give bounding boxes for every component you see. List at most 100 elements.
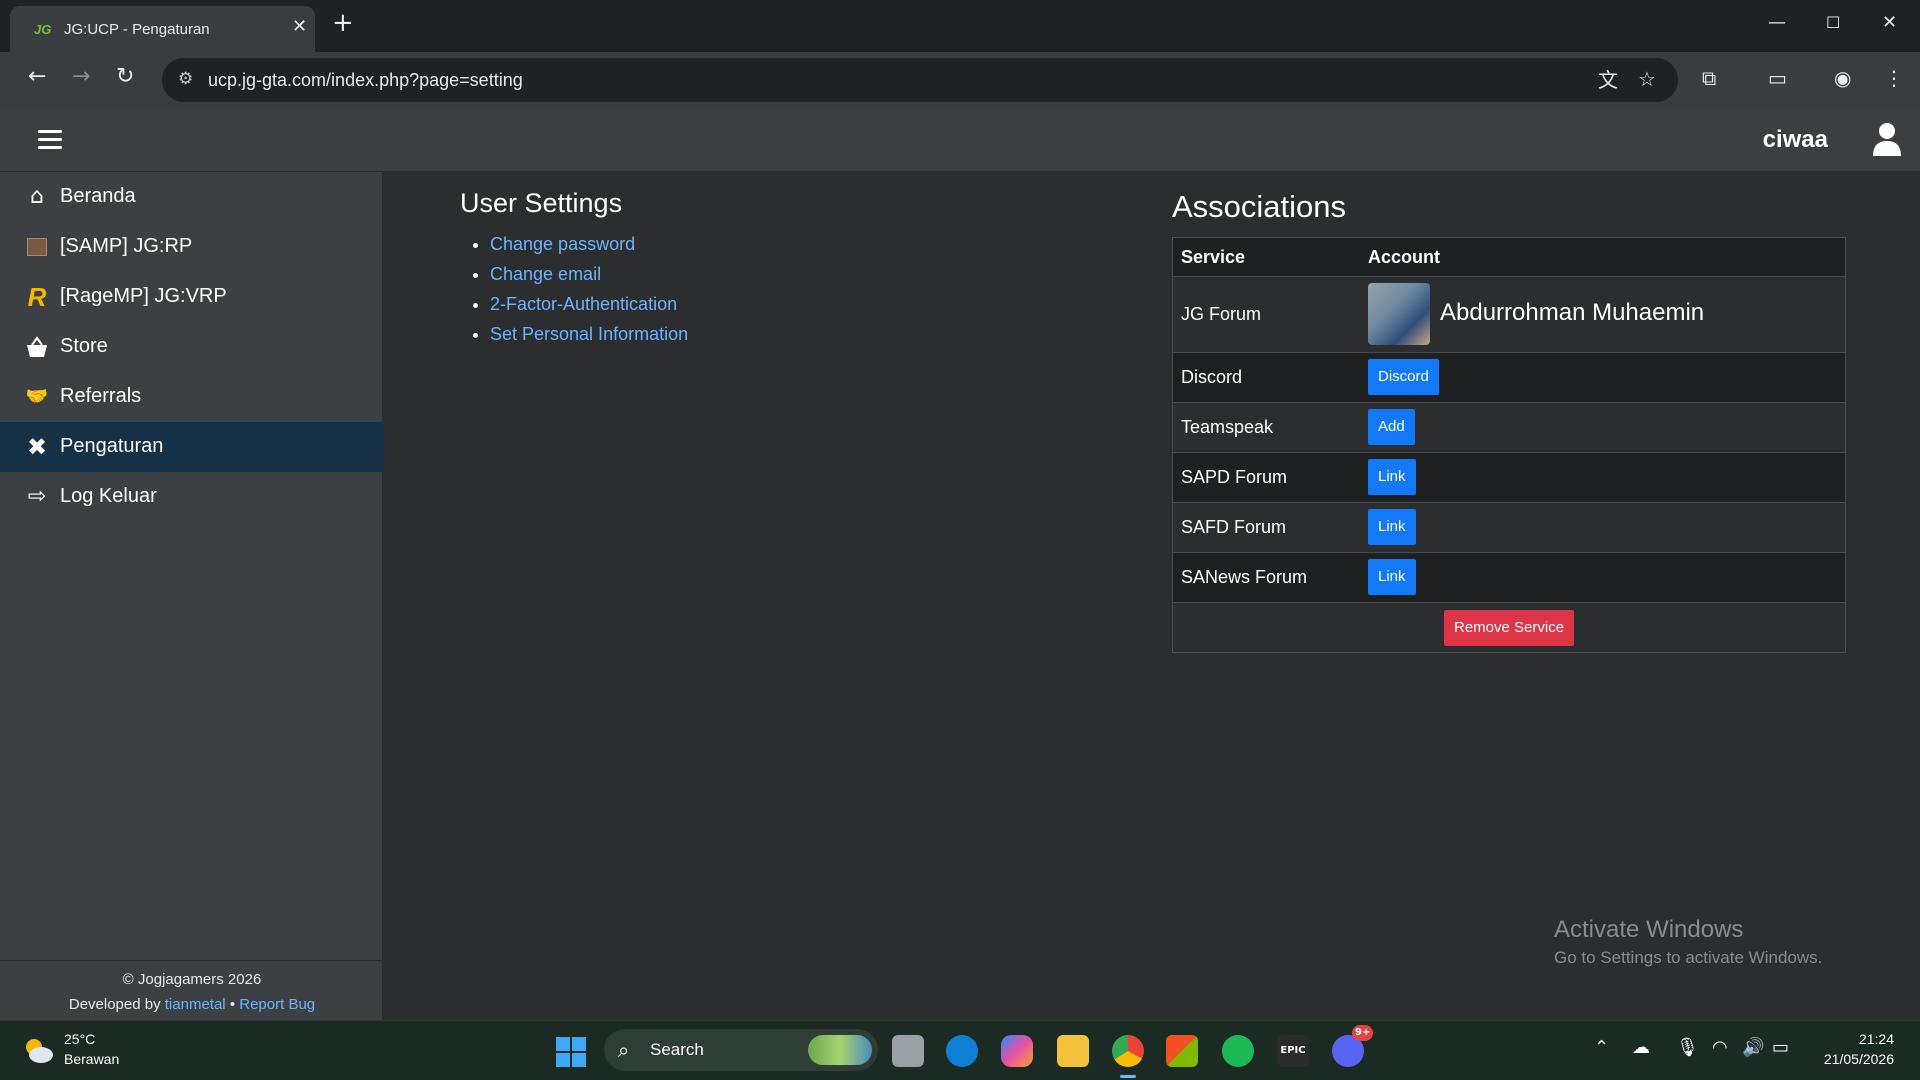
table-row: SANews Forum Link xyxy=(1173,552,1845,602)
sidebar-item-label: [SAMP] JG:RP xyxy=(60,235,193,257)
minimize-icon[interactable]: — xyxy=(1768,14,1786,32)
samp-logo-icon xyxy=(24,234,50,260)
menu-kebab-icon[interactable]: ⋮ xyxy=(1884,68,1904,88)
new-tab-icon[interactable]: + xyxy=(332,10,354,36)
tools-icon: ✖ xyxy=(26,433,48,461)
battery-icon[interactable]: ▭ xyxy=(1772,1039,1789,1057)
tab-close-icon[interactable]: ✕ xyxy=(292,18,307,36)
user-settings-list: Change password Change email 2-Factor-Au… xyxy=(490,234,688,354)
main-content: User Settings Change password Change ema… xyxy=(386,172,1920,1020)
windows-start-icon[interactable] xyxy=(556,1037,586,1067)
sign-out-icon: ⇨ xyxy=(27,484,47,509)
table-row: JG Forum Abdurrohman Muhaemin xyxy=(1173,276,1845,352)
sidebar-item-beranda[interactable]: ⌂ Beranda xyxy=(0,172,384,222)
close-window-icon[interactable]: ✕ xyxy=(1882,14,1897,32)
sidebar-item-pengaturan[interactable]: ✖ Pengaturan xyxy=(0,422,384,472)
sidebar-item-label: Store xyxy=(60,335,108,357)
handshake-icon: 🤝 xyxy=(25,386,49,407)
table-row: SAPD Forum Link xyxy=(1173,452,1845,502)
activate-windows-watermark: Activate Windows Go to Settings to activ… xyxy=(1554,916,1822,968)
address-bar[interactable]: ⚙ ucp.jg-gta.com/index.php?page=setting … xyxy=(162,58,1678,102)
taskbar: 25°C Berawan ⌕ Search EPIC 9+ ⌃ ☁ 🎙 ◠ 🔊 … xyxy=(0,1020,1920,1080)
user-icon[interactable] xyxy=(1872,122,1902,156)
column-header-account: Account xyxy=(1368,247,1440,267)
show-hidden-icons-icon[interactable]: ⌃ xyxy=(1594,1039,1609,1057)
profile-icon[interactable]: ◉ xyxy=(1834,68,1851,88)
wifi-icon[interactable]: ◠ xyxy=(1712,1039,1728,1057)
volume-icon[interactable]: 🔊 xyxy=(1742,1039,1764,1057)
personal-info-link[interactable]: Set Personal Information xyxy=(490,324,688,354)
teamspeak-add-button[interactable]: Add xyxy=(1368,409,1415,445)
task-view-icon[interactable] xyxy=(892,1035,924,1067)
sidebar-item-samp[interactable]: [SAMP] JG:RP xyxy=(0,222,384,272)
address-url: ucp.jg-gta.com/index.php?page=setting xyxy=(208,70,523,90)
taskbar-search[interactable]: ⌕ Search xyxy=(604,1029,878,1071)
tab-search-icon[interactable]: ▭ xyxy=(1768,68,1787,88)
file-explorer-icon[interactable] xyxy=(1057,1035,1089,1067)
weather-cloudy-icon[interactable] xyxy=(22,1035,54,1065)
service-name: Teamspeak xyxy=(1181,417,1274,437)
sidebar-item-label: Pengaturan xyxy=(60,435,164,457)
search-highlight-image xyxy=(808,1035,872,1065)
table-row: Remove Service xyxy=(1173,602,1845,652)
search-icon: ⌕ xyxy=(618,1038,630,1062)
spotify-icon[interactable] xyxy=(1222,1035,1254,1067)
onedrive-icon[interactable]: ☁ xyxy=(1632,1039,1650,1057)
browser-toolbar: ← → ↻ ⚙ ucp.jg-gta.com/index.php?page=se… xyxy=(0,52,1920,108)
reload-icon[interactable]: ↻ xyxy=(116,66,134,88)
browser-tab[interactable]: JG JG:UCP - Pengaturan ✕ xyxy=(10,6,315,52)
bookmark-star-icon[interactable]: ☆ xyxy=(1638,69,1656,89)
associations-table: Service Account JG Forum Abdurrohman Muh… xyxy=(1172,237,1846,653)
copilot-icon[interactable] xyxy=(1001,1035,1033,1067)
tab-favicon-icon: JG xyxy=(34,22,52,37)
safd-link-button[interactable]: Link xyxy=(1368,509,1416,545)
clock-date[interactable]: 21/05/2026 xyxy=(1824,1051,1894,1067)
sanews-link-button[interactable]: Link xyxy=(1368,559,1416,595)
translate-icon[interactable]: 文 xyxy=(1598,70,1618,90)
sidebar-item-referrals[interactable]: 🤝 Referrals xyxy=(0,372,384,422)
sapd-link-button[interactable]: Link xyxy=(1368,459,1416,495)
weather-temperature: 25°C xyxy=(64,1031,96,1047)
table-row: SAFD Forum Link xyxy=(1173,502,1845,552)
back-icon[interactable]: ← xyxy=(28,66,46,88)
two-factor-link[interactable]: 2-Factor-Authentication xyxy=(490,294,688,324)
change-password-link[interactable]: Change password xyxy=(490,234,688,264)
service-name: JG Forum xyxy=(1181,304,1262,324)
associations-title: Associations xyxy=(1172,189,1347,224)
developer-credit: Developed by tianmetal • Report Bug xyxy=(0,996,384,1013)
sidebar-item-log-keluar[interactable]: ⇨ Log Keluar xyxy=(0,472,384,522)
table-header-row: Service Account xyxy=(1173,238,1845,276)
forward-icon[interactable]: → xyxy=(72,66,90,88)
change-email-link[interactable]: Change email xyxy=(490,264,688,294)
discord-icon[interactable]: 9+ xyxy=(1332,1025,1374,1067)
sidebar: ⌂ Beranda [SAMP] JG:RP R [RageMP] JG:VRP… xyxy=(0,172,384,1020)
report-bug-link[interactable]: Report Bug xyxy=(239,996,315,1013)
maximize-icon[interactable]: ☐ xyxy=(1826,15,1840,31)
site-info-icon[interactable]: ⚙ xyxy=(178,69,193,89)
sidebar-item-ragemp[interactable]: R [RageMP] JG:VRP xyxy=(0,272,384,322)
copyright-text: © Jogjagamers 2026 xyxy=(122,971,262,988)
basket-icon xyxy=(27,336,47,357)
microphone-icon[interactable]: 🎙 xyxy=(1676,1039,1699,1057)
epic-games-icon[interactable]: EPIC xyxy=(1277,1035,1309,1067)
sidebar-item-label: Beranda xyxy=(60,185,136,207)
service-name: SAPD Forum xyxy=(1181,467,1288,487)
extensions-icon[interactable]: ⧉ xyxy=(1702,68,1716,88)
column-header-service: Service xyxy=(1181,247,1246,267)
discord-button[interactable]: Discord xyxy=(1368,359,1439,395)
sidebar-item-label: [RageMP] JG:VRP xyxy=(60,285,227,307)
developed-by-text: Developed by xyxy=(68,996,161,1013)
developer-link[interactable]: tianmetal xyxy=(165,996,226,1013)
remove-service-button[interactable]: Remove Service xyxy=(1444,610,1575,646)
microsoft-store-icon[interactable] xyxy=(1166,1035,1198,1067)
sidebar-footer: © Jogjagamers 2026 Developed by tianmeta… xyxy=(0,960,384,1020)
clock-time[interactable]: 21:24 xyxy=(1859,1031,1894,1047)
edge-icon[interactable] xyxy=(946,1035,978,1067)
service-name: SAFD Forum xyxy=(1181,517,1287,537)
browser-tab-strip: JG JG:UCP - Pengaturan ✕ + — ☐ ✕ xyxy=(0,0,1920,52)
chrome-icon[interactable] xyxy=(1112,1035,1144,1078)
header-username[interactable]: ciwaa xyxy=(1763,126,1828,154)
hamburger-menu-icon[interactable] xyxy=(38,130,62,150)
home-icon: ⌂ xyxy=(30,184,44,209)
sidebar-item-store[interactable]: Store xyxy=(0,322,384,372)
